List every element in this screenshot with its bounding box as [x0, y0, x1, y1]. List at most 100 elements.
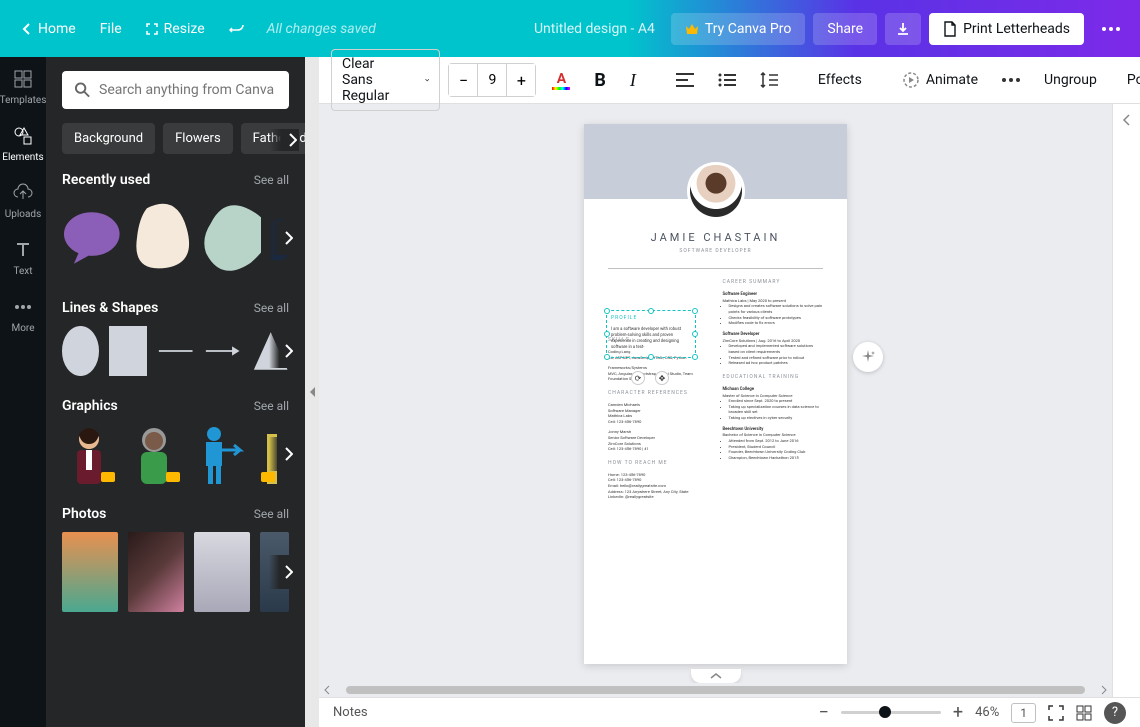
chip-flowers[interactable]: Flowers [163, 123, 233, 154]
photos-seeall[interactable]: See all [254, 507, 289, 521]
document-title[interactable]: Untitled design - A4 [534, 21, 655, 37]
bold-button[interactable]: B [586, 64, 614, 97]
fullscreen-icon[interactable] [1048, 705, 1064, 721]
premium-badge [166, 472, 180, 482]
shape-circle[interactable] [62, 326, 99, 376]
avatar[interactable] [687, 162, 745, 220]
graphic-man[interactable] [62, 424, 117, 484]
search-input[interactable] [99, 82, 277, 98]
chevron-left-icon[interactable] [1122, 114, 1132, 126]
premium-badge [101, 472, 115, 482]
text-color-button[interactable]: A [544, 65, 578, 96]
download-icon [895, 21, 911, 37]
home-button[interactable]: Home [10, 13, 88, 45]
thumb-speech-bubble[interactable] [62, 198, 122, 278]
bottom-bar: Notes − + 46% 1 ? [319, 697, 1140, 727]
rail-templates[interactable]: Templates [0, 67, 46, 106]
premium-badge [261, 472, 275, 482]
graphic-figure[interactable] [192, 424, 247, 484]
rotate-handle[interactable]: ⟳ [631, 371, 645, 385]
animate-button[interactable]: Animate [894, 65, 986, 95]
lines-scroll-right[interactable] [269, 334, 295, 368]
file-menu[interactable]: File [88, 13, 134, 45]
h-scroll-thumb[interactable] [346, 686, 1084, 694]
profile-title: PROFILE [611, 315, 637, 321]
toolbar-more[interactable] [994, 72, 1028, 88]
photo-3[interactable] [194, 532, 250, 612]
thumb-blob-cream[interactable] [132, 198, 192, 278]
list-icon [718, 73, 736, 87]
chip-scroll-right[interactable] [269, 129, 299, 151]
size-minus[interactable]: − [449, 64, 477, 96]
graphic-woman[interactable] [127, 424, 182, 484]
print-button[interactable]: Print Letterheads [929, 13, 1084, 45]
zoom-label[interactable]: 46% [975, 705, 999, 720]
help-button[interactable]: ? [1104, 702, 1126, 724]
scroll-right-icon [1100, 685, 1108, 695]
career-title[interactable]: CAREER SUMMARY [723, 279, 824, 285]
undo-button[interactable] [217, 14, 257, 44]
lines-seeall[interactable]: See all [254, 301, 289, 315]
recent-seeall[interactable]: See all [254, 173, 289, 187]
align-button[interactable] [668, 67, 702, 93]
thumb-blob-mint[interactable] [201, 198, 261, 278]
chevron-right-icon [285, 231, 293, 245]
list-button[interactable] [710, 67, 744, 93]
download-button[interactable] [885, 13, 921, 45]
rail-elements[interactable]: Elements [2, 124, 43, 163]
text-icon [13, 240, 33, 260]
move-handle[interactable]: ✥ [655, 371, 669, 385]
selected-text-box[interactable]: PROFILE I am a software developer with r… [606, 310, 696, 358]
shape-line[interactable] [157, 326, 194, 376]
more-icon [13, 304, 33, 310]
font-selector[interactable]: Clear Sans Regular [331, 49, 440, 111]
grid-view-icon[interactable] [1076, 705, 1092, 721]
resize-button[interactable]: Resize [134, 13, 217, 45]
graphics-scroll-right[interactable] [269, 437, 295, 471]
effects-button[interactable]: Effects [810, 66, 870, 94]
italic-button[interactable]: I [622, 64, 644, 97]
page-actions[interactable] [853, 342, 883, 372]
chevron-down-icon [425, 77, 430, 83]
chevron-right-icon [285, 447, 293, 461]
crown-icon [685, 23, 699, 35]
refs-title[interactable]: CHARACTER REFERENCES [608, 390, 709, 396]
graphics-seeall[interactable]: See all [254, 399, 289, 413]
h-scrollbar[interactable] [319, 683, 1112, 697]
zoom-slider[interactable] [841, 711, 941, 714]
rail-text[interactable]: Text [11, 238, 35, 277]
search-box[interactable] [62, 71, 289, 109]
zoom-out[interactable]: − [819, 702, 829, 723]
shape-arrow[interactable] [204, 326, 241, 376]
photo-2[interactable] [128, 532, 184, 612]
page-count[interactable]: 1 [1011, 703, 1036, 723]
rail-more[interactable]: More [11, 295, 35, 334]
size-plus[interactable]: + [507, 64, 535, 96]
resume-name[interactable]: JAMIE CHASTAIN [584, 231, 847, 244]
spacing-button[interactable] [752, 66, 786, 94]
edu-title[interactable]: EDUCATIONAL TRAINING [723, 374, 824, 380]
position-button[interactable]: Position [1119, 66, 1140, 94]
try-pro-button[interactable]: Try Canva Pro [671, 13, 805, 45]
photos-scroll-right[interactable] [269, 555, 295, 589]
left-rail: Templates Elements Uploads Text More [0, 57, 46, 727]
photo-1[interactable] [62, 532, 118, 612]
more-menu[interactable] [1092, 19, 1130, 39]
page-expand-tab[interactable] [691, 669, 741, 683]
rail-uploads[interactable]: Uploads [5, 181, 41, 220]
chip-background[interactable]: Background [62, 123, 155, 154]
zoom-in[interactable]: + [953, 702, 963, 723]
panel-collapse[interactable] [305, 57, 319, 727]
resume-subtitle[interactable]: SOFTWARE DEVELOPER [584, 248, 847, 254]
notes-button[interactable]: Notes [333, 705, 368, 720]
ungroup-button[interactable]: Ungroup [1036, 66, 1105, 94]
shape-square[interactable] [109, 326, 146, 376]
canvas-scroll[interactable]: JAMIE CHASTAIN SOFTWARE DEVELOPER PROFIL… [319, 104, 1112, 683]
align-icon [676, 73, 694, 87]
size-input[interactable] [477, 64, 507, 96]
page-1[interactable]: JAMIE CHASTAIN SOFTWARE DEVELOPER PROFIL… [584, 124, 847, 664]
reach-title[interactable]: HOW TO REACH ME [608, 460, 709, 466]
recent-scroll-right[interactable] [269, 221, 295, 255]
share-button[interactable]: Share [813, 13, 877, 45]
elements-icon [13, 126, 33, 146]
